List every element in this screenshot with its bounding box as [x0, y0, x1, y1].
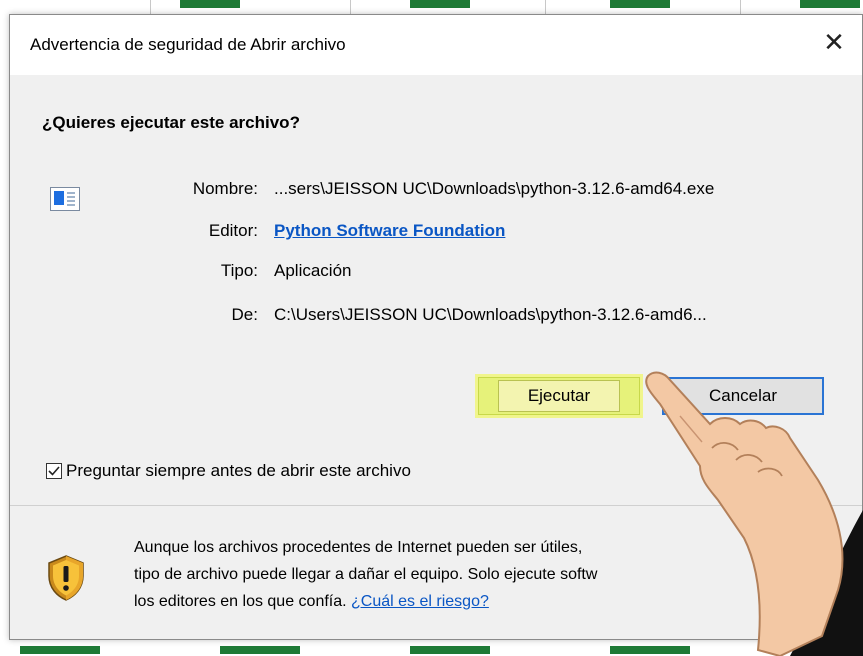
run-button[interactable]: Ejecutar [478, 377, 640, 415]
security-warning-dialog: Advertencia de seguridad de Abrir archiv… [9, 14, 863, 640]
publisher-label-cell: Editor: [160, 221, 258, 243]
from-label: De: [231, 305, 258, 324]
warning-line-1: Aunque los archivos procedentes de Inter… [134, 539, 583, 556]
name-label-cell: Nombre: [160, 179, 258, 201]
run-button-face: Ejecutar [498, 380, 620, 412]
always-ask-label: Preguntar siempre antes de abrir este ar… [66, 461, 411, 480]
from-value: C:\Users\JEISSON UC\Downloads\python-3.1… [274, 305, 707, 324]
background-spreadsheet-top [0, 0, 863, 14]
type-label-cell: Tipo: [160, 261, 258, 283]
cancel-button-label: Cancelar [708, 386, 778, 405]
bg-green-block [610, 646, 690, 654]
checkmark-icon [48, 466, 60, 476]
background-spreadsheet-bottom [0, 640, 863, 656]
warning-line-3-text: los editores en los que confía. [134, 593, 352, 610]
cancel-button[interactable]: Cancelar [662, 377, 824, 415]
bg-green-block [20, 646, 100, 654]
name-value: ...sers\JEISSON UC\Downloads\python-3.12… [274, 179, 715, 198]
warning-footer: Aunque los archivos procedentes de Inter… [10, 506, 862, 639]
name-label: Nombre: [192, 179, 258, 198]
dialog-title: Advertencia de seguridad de Abrir archiv… [30, 35, 346, 54]
risk-link[interactable]: ¿Cuál es el riesgo? [351, 593, 489, 610]
run-button-label: Ejecutar [527, 386, 591, 405]
publisher-link[interactable]: Python Software Foundation [274, 221, 505, 240]
shield-icon [46, 554, 86, 607]
warning-line-2: tipo de archivo puede llegar a dañar el … [134, 566, 598, 583]
bg-green-block [800, 0, 860, 8]
type-value: Aplicación [274, 261, 352, 280]
bg-cell [150, 0, 351, 14]
bg-cell [545, 0, 741, 14]
title-bar: Advertencia de seguridad de Abrir archiv… [10, 15, 862, 75]
close-icon: ✕ [823, 26, 845, 57]
from-label-cell: De: [160, 305, 258, 327]
warning-line-3: los editores en los que confía. ¿Cuál es… [134, 588, 597, 615]
close-button[interactable]: ✕ [806, 15, 862, 69]
publisher-label: Editor: [208, 221, 258, 240]
question-heading: ¿Quieres ejecutar este archivo? [42, 113, 300, 132]
type-label: Tipo: [220, 261, 258, 280]
warning-text: Aunque los archivos procedentes de Inter… [134, 534, 597, 615]
file-icon [50, 187, 80, 211]
always-ask-checkbox-row[interactable]: Preguntar siempre antes de abrir este ar… [46, 461, 411, 481]
always-ask-checkbox[interactable] [46, 463, 62, 479]
bg-cell [0, 0, 151, 14]
bg-green-block [220, 646, 300, 654]
bg-green-block [410, 646, 490, 654]
bg-cell [350, 0, 546, 14]
publisher-value-cell: Python Software Foundation [274, 221, 505, 241]
